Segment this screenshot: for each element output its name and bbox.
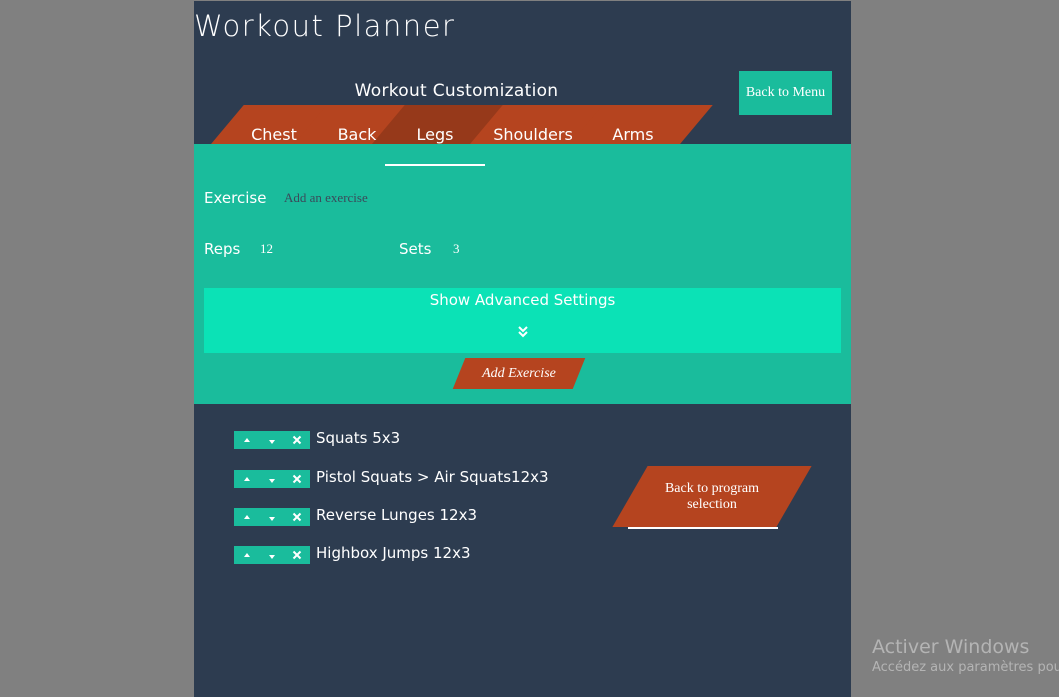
exercise-text: Highbox Jumps 12x3: [316, 544, 471, 562]
exercise-text: Pistol Squats > Air Squats12x3: [316, 468, 549, 486]
chevron-up-icon[interactable]: [234, 546, 259, 564]
tab-label: Legs: [416, 125, 454, 144]
app-title: Workout Planner: [194, 9, 456, 43]
watermark-subtitle: Accédez aux paramètres pou: [872, 660, 1059, 675]
add-exercise-label: Add Exercise: [482, 365, 556, 381]
back-to-program-label: Back to program selection: [664, 480, 760, 512]
exercise-form-panel: Exercise Reps Sets Show Advanced Setting…: [194, 144, 851, 404]
section-title: Workout Customization: [354, 81, 559, 101]
sets-input[interactable]: [453, 240, 533, 258]
show-advanced-settings-toggle[interactable]: Show Advanced Settings: [204, 288, 841, 353]
exercise-text: Squats 5x3: [316, 429, 401, 447]
double-chevron-down-icon: [204, 326, 841, 338]
exercise-label: Exercise: [204, 189, 267, 207]
back-to-menu-button[interactable]: Back to Menu: [739, 71, 832, 115]
back-to-program-selection-button[interactable]: Back to program selection: [612, 466, 812, 529]
reps-input[interactable]: [260, 240, 340, 258]
exercise-text: Reverse Lunges 12x3: [316, 506, 478, 524]
close-icon[interactable]: [284, 431, 309, 449]
close-icon[interactable]: [284, 508, 309, 526]
exercise-controls: [234, 508, 310, 526]
chevron-up-icon[interactable]: [234, 431, 259, 449]
tab-label: Chest: [251, 125, 297, 144]
advanced-settings-label: Show Advanced Settings: [429, 291, 616, 309]
windows-activation-watermark: Activer Windows Accédez aux paramètres p…: [872, 636, 1059, 675]
button-underline: [628, 527, 778, 529]
reps-label: Reps: [204, 240, 241, 258]
chevron-up-icon[interactable]: [234, 470, 259, 488]
exercise-controls: [234, 431, 310, 449]
tab-label: Back: [337, 125, 377, 144]
close-icon[interactable]: [284, 470, 309, 488]
tab-label: Arms: [612, 125, 654, 144]
exercise-input[interactable]: [284, 189, 484, 207]
chevron-down-icon[interactable]: [259, 546, 284, 564]
chevron-down-icon[interactable]: [259, 470, 284, 488]
chevron-down-icon[interactable]: [259, 431, 284, 449]
close-icon[interactable]: [284, 546, 309, 564]
exercise-controls: [234, 470, 310, 488]
exercise-controls: [234, 546, 310, 564]
add-exercise-button[interactable]: Add Exercise: [452, 358, 586, 389]
chevron-up-icon[interactable]: [234, 508, 259, 526]
watermark-title: Activer Windows: [872, 636, 1030, 658]
active-tab-indicator: [385, 164, 485, 166]
sets-label: Sets: [399, 240, 432, 258]
chevron-down-icon[interactable]: [259, 508, 284, 526]
tab-label: Shoulders: [493, 125, 573, 144]
workout-planner-app: Workout Planner Workout Customization Ba…: [194, 1, 851, 697]
